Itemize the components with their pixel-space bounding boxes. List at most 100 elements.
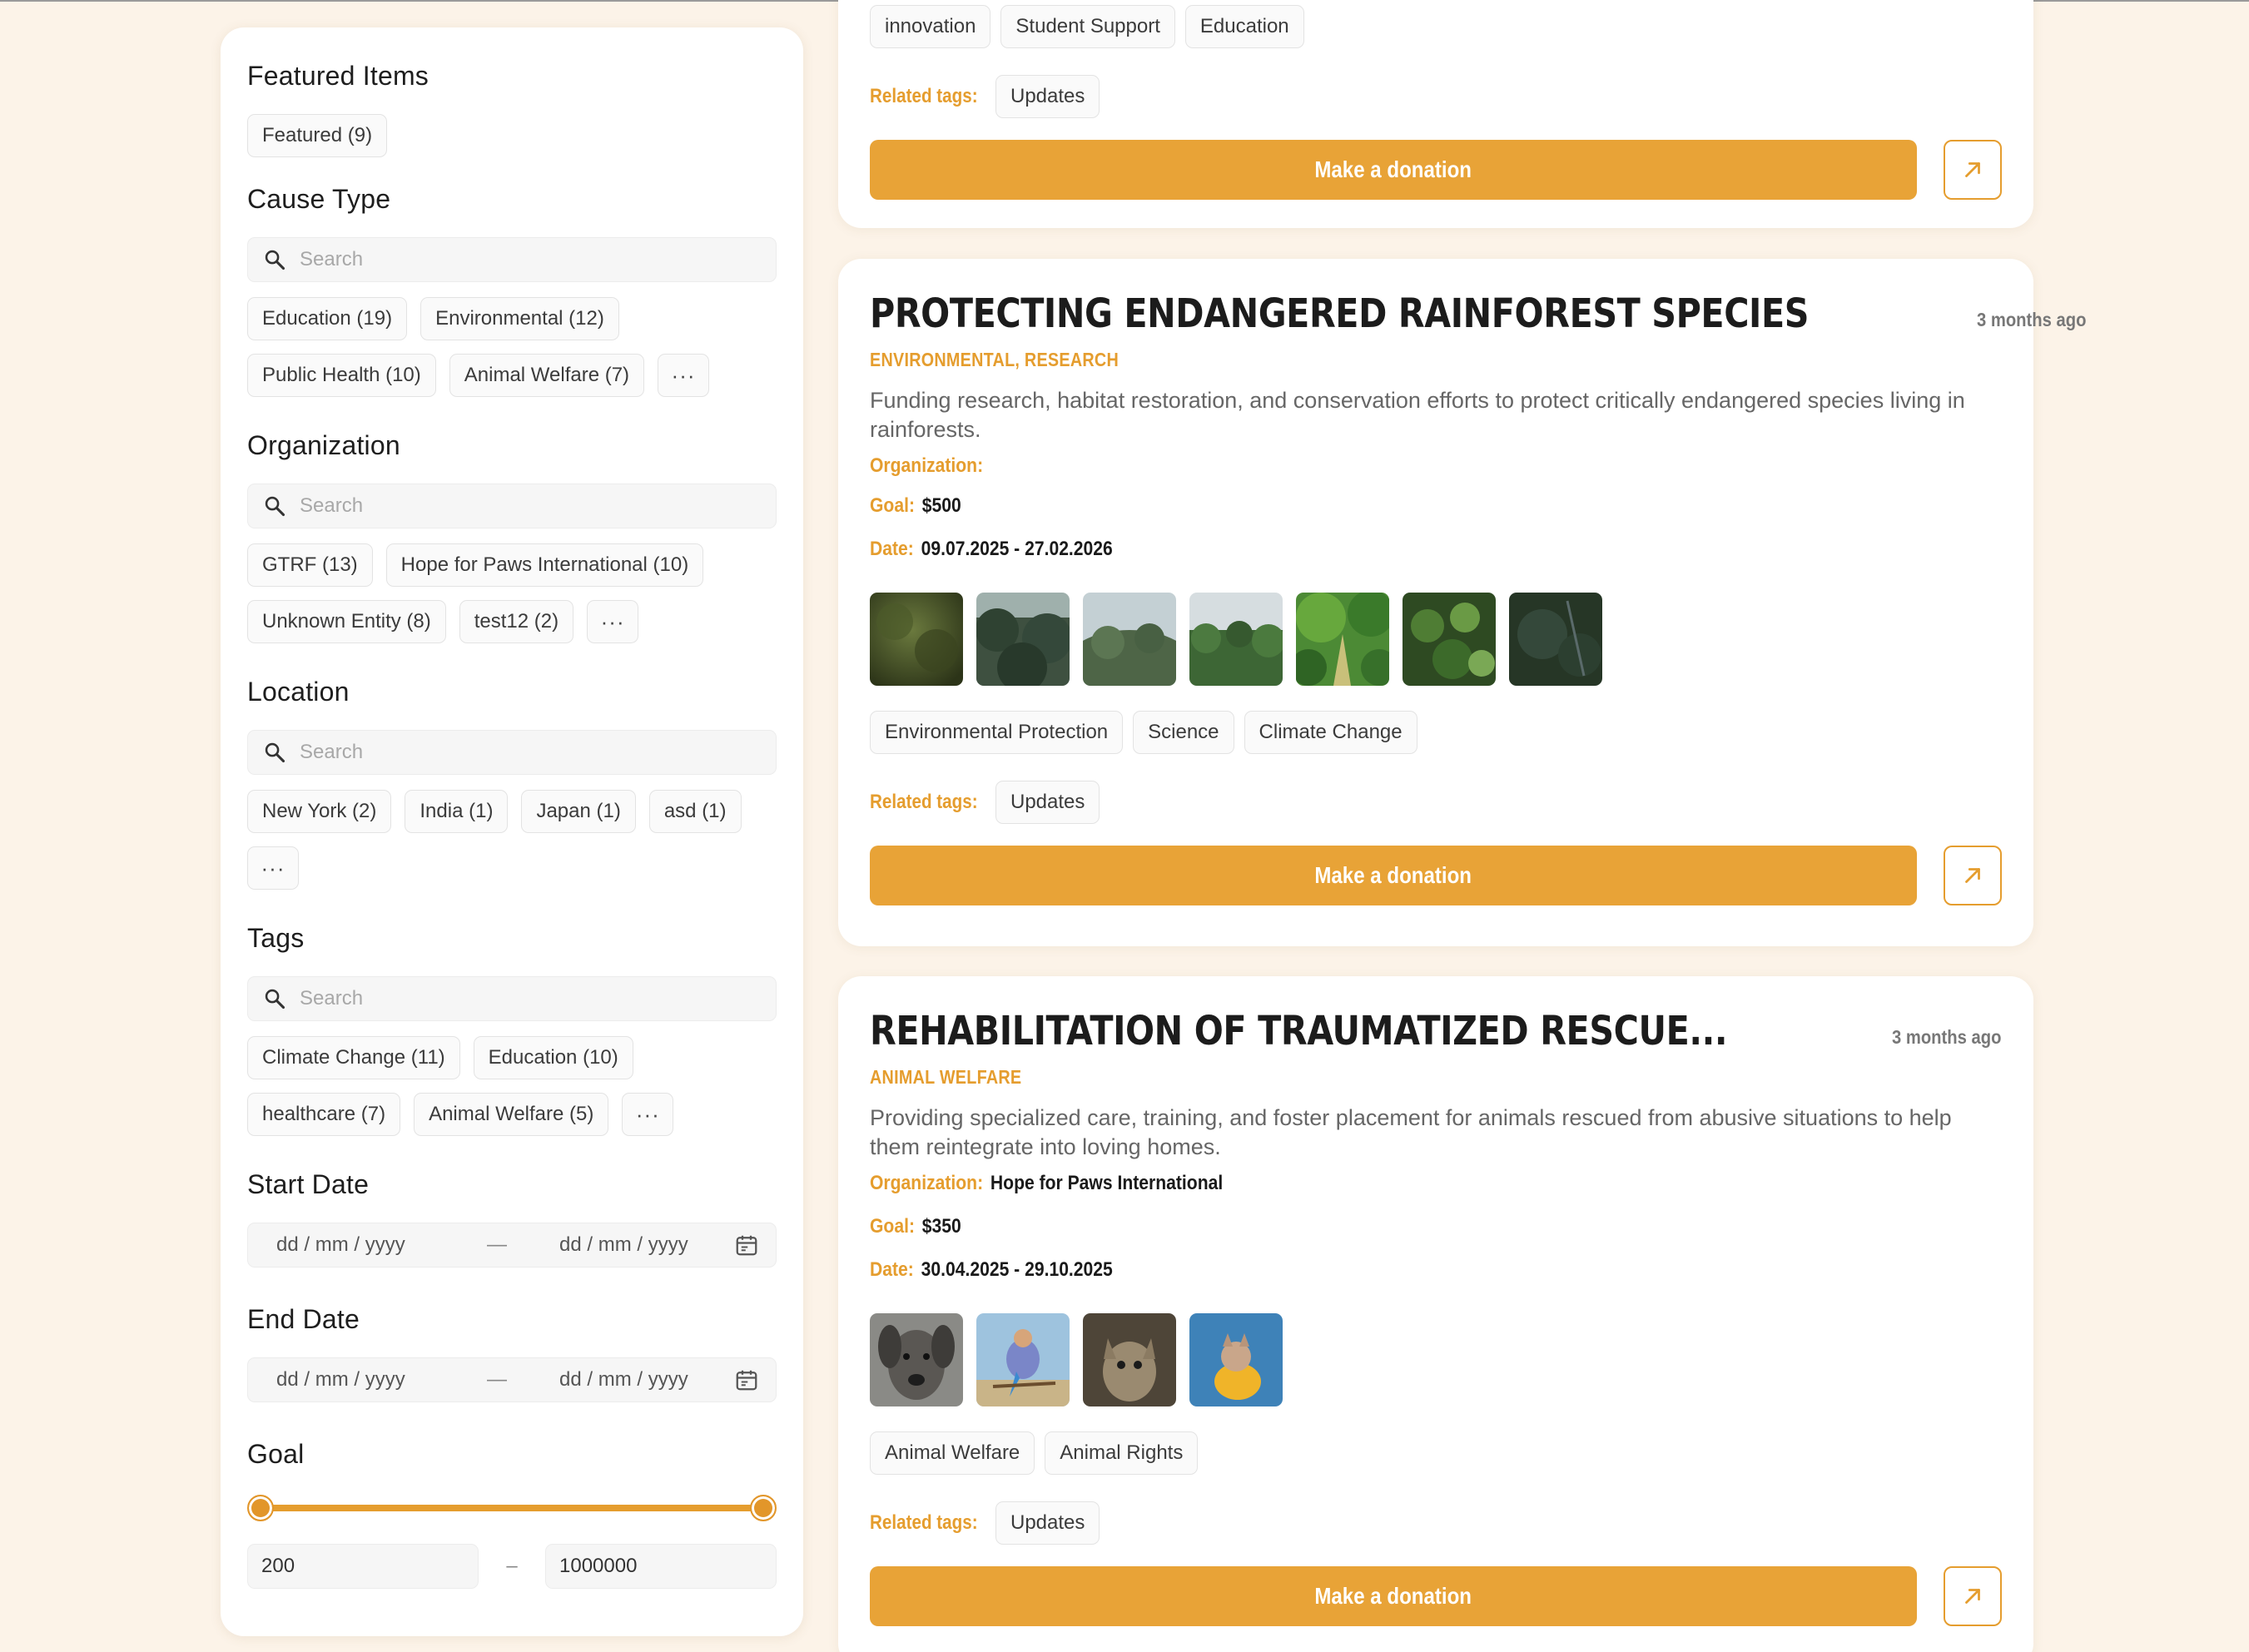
gallery-image[interactable] — [870, 593, 963, 686]
filter-chip-cause[interactable]: Education (19) — [247, 297, 408, 340]
cause-categories: ENVIRONMENTAL, RESEARCH — [870, 349, 1119, 370]
gallery-image[interactable] — [1083, 1313, 1176, 1406]
related-tag[interactable]: Updates — [995, 75, 1100, 118]
gallery-image[interactable] — [1083, 593, 1176, 686]
gallery-image[interactable] — [1189, 1313, 1283, 1406]
filter-chip-location[interactable]: asd (1) — [648, 790, 742, 833]
filter-chip-tag[interactable]: Education (10) — [473, 1036, 633, 1079]
filter-chip-cause[interactable]: Public Health (10) — [247, 354, 436, 397]
filter-chip-organization[interactable]: GTRF (13) — [247, 543, 373, 587]
donation-button-label: Make a donation — [1314, 862, 1472, 888]
section-title-start-date: Start Date — [247, 1169, 370, 1199]
card-tag[interactable]: Science — [1133, 711, 1234, 754]
filter-chip-organization[interactable]: Unknown Entity (8) — [247, 600, 446, 643]
filter-chip-cause[interactable]: Environmental (12) — [420, 297, 619, 340]
cause-title[interactable]: REHABILITATION OF TRAUMATIZED RESCUE... — [870, 1008, 1728, 1054]
gallery-image[interactable] — [976, 593, 1070, 686]
goal-value: $350 — [921, 1215, 961, 1238]
goal-row: Goal: $350 — [870, 1208, 1866, 1245]
start-date-from[interactable]: dd / mm / yyyy — [276, 1233, 434, 1257]
open-cause-button[interactable] — [1943, 1566, 2002, 1626]
card-tag[interactable]: Animal Welfare — [870, 1431, 1035, 1475]
card-tag[interactable]: Student Support — [1000, 5, 1175, 48]
more-cause-types-button[interactable]: ··· — [658, 354, 710, 397]
organization-search[interactable] — [247, 484, 777, 528]
goal-section: Goal 200 – 1000000 — [247, 1436, 777, 1589]
location-search-input[interactable] — [300, 741, 761, 764]
filter-chip-location[interactable]: New York (2) — [247, 790, 392, 833]
filter-chip-organization[interactable]: Hope for Paws International (10) — [385, 543, 704, 587]
cause-type-search[interactable] — [247, 237, 777, 282]
date-row: Date: 30.04.2025 - 29.10.2025 — [870, 1252, 1866, 1288]
gallery-image[interactable] — [1509, 593, 1602, 686]
related-tags-label: Related tags: — [870, 85, 978, 107]
section-title-goal: Goal — [247, 1439, 305, 1469]
search-icon — [265, 250, 285, 270]
cause-timestamp: 3 months ago — [1976, 309, 2087, 330]
organization-row: Organization: — [870, 448, 1866, 484]
filter-chip-location[interactable]: India (1) — [405, 790, 509, 833]
goal-max-input[interactable]: 1000000 — [545, 1544, 777, 1589]
goal-range-separator: – — [506, 1555, 518, 1577]
section-title-end-date: End Date — [247, 1304, 360, 1334]
gallery-image[interactable] — [1296, 593, 1389, 686]
location-search[interactable] — [247, 730, 777, 775]
end-date-from[interactable]: dd / mm / yyyy — [276, 1368, 434, 1392]
location-section: Location New York (2) India (1) Japan (1… — [247, 673, 777, 890]
external-link-arrow-icon — [1964, 868, 1980, 883]
open-cause-button[interactable] — [1943, 846, 2002, 905]
make-donation-button[interactable]: Make a donation — [870, 846, 1917, 905]
end-date-range-input[interactable]: dd / mm / yyyy — dd / mm / yyyy — [247, 1357, 777, 1402]
tags-search[interactable] — [247, 976, 777, 1021]
card-tag[interactable]: Climate Change — [1244, 711, 1417, 754]
calendar-icon[interactable] — [734, 1233, 759, 1258]
cause-title[interactable]: PROTECTING ENDANGERED RAINFOREST SPECIES — [870, 290, 1809, 337]
card-tag[interactable]: Animal Rights — [1045, 1431, 1199, 1475]
card-tag[interactable]: innovation — [870, 5, 991, 48]
filter-chip-cause[interactable]: Animal Welfare (7) — [449, 354, 645, 397]
tags-search-input[interactable] — [300, 987, 761, 1010]
filter-chip-featured[interactable]: Featured (9) — [247, 114, 388, 157]
section-title-featured: Featured Items — [247, 61, 429, 91]
goal-row: Goal: $500 — [870, 488, 1866, 524]
gallery-image[interactable] — [1403, 593, 1496, 686]
gallery-image[interactable] — [870, 1313, 963, 1406]
related-tag[interactable]: Updates — [995, 1501, 1100, 1545]
start-date-range-input[interactable]: dd / mm / yyyy — dd / mm / yyyy — [247, 1223, 777, 1268]
filter-chip-tag[interactable]: Animal Welfare (5) — [414, 1093, 609, 1136]
organization-search-input[interactable] — [300, 494, 761, 518]
date-value: 30.04.2025 - 29.10.2025 — [921, 1258, 1113, 1281]
cause-categories: ANIMAL WELFARE — [870, 1066, 1022, 1088]
goal-range-slider[interactable] — [247, 1492, 777, 1522]
date-row: Date: 09.07.2025 - 27.02.2026 — [870, 531, 1866, 568]
related-tag[interactable]: Updates — [995, 781, 1100, 824]
slider-max-handle[interactable] — [750, 1495, 777, 1521]
make-donation-button[interactable]: Make a donation — [870, 140, 1917, 200]
more-locations-button[interactable]: ··· — [247, 846, 299, 890]
filter-chip-tag[interactable]: healthcare (7) — [247, 1093, 401, 1136]
organization-row: Organization: Hope for Paws Internationa… — [870, 1165, 1866, 1202]
filters-sidebar: Featured Items Featured (9) Cause Type E… — [221, 27, 803, 1636]
more-tags-button[interactable]: ··· — [622, 1093, 674, 1136]
cause-type-search-input[interactable] — [300, 248, 761, 271]
filter-chip-organization[interactable]: test12 (2) — [459, 600, 574, 643]
make-donation-button[interactable]: Make a donation — [870, 1566, 1917, 1626]
date-range-separator: — — [487, 1233, 507, 1256]
card-tag[interactable]: Environmental Protection — [870, 711, 1124, 754]
slider-min-handle[interactable] — [247, 1495, 274, 1521]
open-cause-button[interactable] — [1943, 140, 2002, 200]
filter-chip-tag[interactable]: Climate Change (11) — [247, 1036, 460, 1079]
start-date-to[interactable]: dd / mm / yyyy — [559, 1233, 717, 1257]
gallery-image[interactable] — [1189, 593, 1283, 686]
end-date-to[interactable]: dd / mm / yyyy — [559, 1368, 717, 1392]
filter-chip-location[interactable]: Japan (1) — [521, 790, 636, 833]
goal-min-input[interactable]: 200 — [247, 1544, 479, 1589]
cause-tags: Environmental Protection Science Climate… — [870, 711, 2002, 754]
more-organizations-button[interactable]: ··· — [587, 600, 639, 643]
cause-type-section: Cause Type Education (19) Environmental … — [247, 181, 777, 397]
card-tag[interactable]: Education — [1184, 5, 1304, 48]
search-icon — [265, 742, 285, 763]
calendar-icon[interactable] — [734, 1367, 759, 1392]
gallery-image[interactable] — [976, 1313, 1070, 1406]
cause-tags: Animal Welfare Animal Rights — [870, 1431, 2002, 1475]
